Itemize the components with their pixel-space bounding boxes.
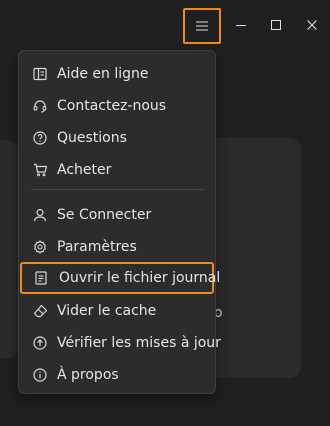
menu-item-label: Ouvrir le fichier journal <box>59 270 221 286</box>
background-panel-left <box>0 140 18 358</box>
menu-item-contact-us[interactable]: Contactez-nous <box>23 90 211 122</box>
headset-icon <box>23 99 57 113</box>
minimize-button[interactable] <box>223 11 259 39</box>
menu-item-label: Aide en ligne <box>57 66 149 82</box>
book-open-icon <box>23 67 57 81</box>
menu-item-label: Contactez-nous <box>57 98 167 114</box>
close-icon <box>307 20 317 30</box>
minimize-icon <box>236 20 246 30</box>
info-circle-icon <box>23 368 57 382</box>
app-menu-dropdown: Aide en ligne Contactez-nous Questions A… <box>18 50 221 394</box>
menu-item-label: Vérifier les mises à jour <box>57 335 221 351</box>
menu-item-questions[interactable]: Questions <box>23 122 211 154</box>
app-window: o Aide en ligne Contactez-nous Questions… <box>0 0 330 426</box>
close-button[interactable] <box>294 11 330 39</box>
menu-button[interactable] <box>183 8 221 44</box>
document-icon <box>22 271 59 285</box>
menu-item-sign-in[interactable]: Se Connecter <box>23 199 211 231</box>
maximize-button[interactable] <box>258 11 294 39</box>
menu-item-settings[interactable]: Paramètres <box>23 231 211 263</box>
arrow-up-circle-icon <box>23 336 57 350</box>
menu-item-label: Acheter <box>57 162 112 178</box>
menu-item-online-help[interactable]: Aide en ligne <box>23 58 211 90</box>
question-circle-icon <box>23 131 57 145</box>
eraser-icon <box>23 304 57 318</box>
menu-item-label: À propos <box>57 367 119 383</box>
gear-icon <box>23 240 57 254</box>
menu-item-about[interactable]: À propos <box>23 359 211 391</box>
maximize-icon <box>271 20 281 30</box>
menu-item-label: Questions <box>57 130 127 146</box>
person-icon <box>23 208 57 222</box>
hamburger-icon <box>196 21 208 31</box>
menu-item-label: Paramètres <box>57 239 137 255</box>
menu-item-clear-cache[interactable]: Vider le cache <box>23 295 211 327</box>
menu-item-open-log-file[interactable]: Ouvrir le fichier journal <box>20 262 220 294</box>
menu-item-check-updates[interactable]: Vérifier les mises à jour <box>23 327 221 359</box>
menu-item-buy[interactable]: Acheter <box>23 154 211 186</box>
cart-icon <box>23 163 57 177</box>
menu-separator <box>31 189 205 190</box>
menu-item-label: Se Connecter <box>57 207 152 223</box>
menu-item-label: Vider le cache <box>57 303 157 319</box>
